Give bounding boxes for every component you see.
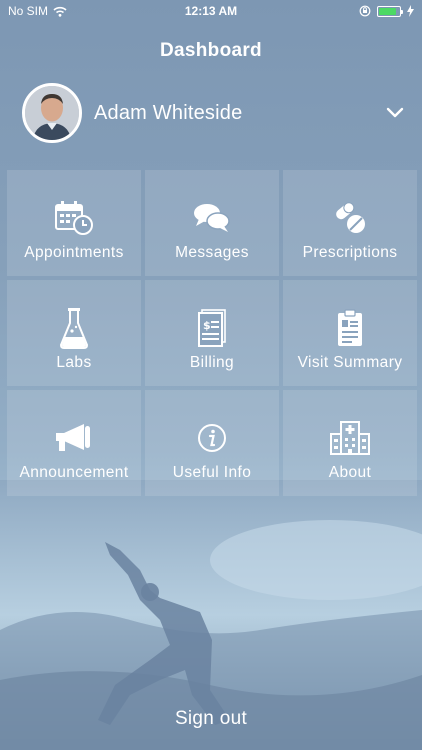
hospital-icon <box>329 418 371 458</box>
battery-level-fill <box>379 7 396 15</box>
rotation-lock-icon <box>359 5 371 17</box>
page-title: Dashboard <box>160 40 262 61</box>
tile-useful-info[interactable]: Useful Info <box>145 390 279 496</box>
chevron-down-icon[interactable] <box>384 102 406 124</box>
tile-appointments[interactable]: Appointments <box>7 170 141 276</box>
profile-name: Adam Whiteside <box>94 101 243 124</box>
status-left: No SIM <box>8 4 67 18</box>
sign-out-button[interactable]: Sign out <box>0 708 422 730</box>
bill-icon: $ <box>198 308 226 348</box>
tile-label: About <box>328 464 372 481</box>
calendar-clock-icon <box>54 198 94 238</box>
tile-label: Appointments <box>24 244 124 261</box>
info-icon <box>197 418 227 458</box>
dashboard-grid: Appointments Messages Prescriptions Labs… <box>7 170 417 496</box>
carrier-label: No SIM <box>8 4 49 18</box>
pills-icon <box>333 198 367 238</box>
tile-visit-summary[interactable]: Visit Summary <box>283 280 417 386</box>
flask-icon <box>59 308 89 349</box>
megaphone-icon <box>54 418 94 458</box>
charging-bolt-icon <box>407 5 414 17</box>
tile-messages[interactable]: Messages <box>145 170 279 276</box>
svg-text:$: $ <box>203 319 211 332</box>
tile-label: Useful Info <box>172 464 252 481</box>
tile-about[interactable]: About <box>283 390 417 496</box>
tile-billing[interactable]: $ Billing <box>145 280 279 386</box>
status-time: 12:13 AM <box>184 4 238 18</box>
battery-icon <box>377 5 403 17</box>
tile-label: Prescriptions <box>302 244 398 261</box>
avatar-photo-icon <box>25 86 79 140</box>
clipboard-icon <box>336 308 364 348</box>
wifi-icon <box>53 6 67 17</box>
status-bar: No SIM 12:13 AM <box>0 0 422 22</box>
tile-label: Visit Summary <box>297 354 403 371</box>
profile-switcher[interactable]: Adam Whiteside <box>22 82 406 144</box>
avatar <box>22 83 82 143</box>
tile-label: Billing <box>189 354 235 371</box>
tile-label: Labs <box>56 354 92 371</box>
chat-bubbles-icon <box>193 198 231 238</box>
status-right <box>359 5 414 17</box>
tile-announcement[interactable]: Announcement <box>7 390 141 496</box>
tile-label: Messages <box>175 244 249 261</box>
tile-labs[interactable]: Labs <box>7 280 141 386</box>
tile-label: Announcement <box>19 464 129 481</box>
tile-prescriptions[interactable]: Prescriptions <box>283 170 417 276</box>
